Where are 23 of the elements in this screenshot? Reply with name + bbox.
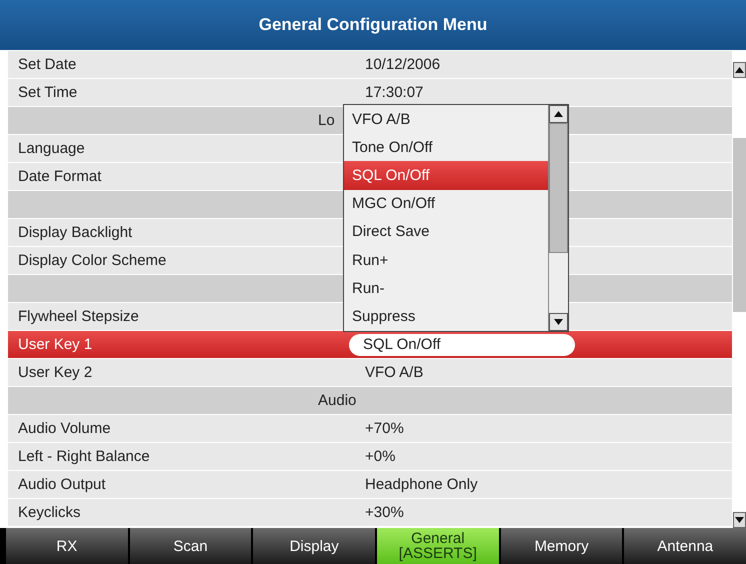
setting-value: Headphone Only [364, 476, 478, 493]
setting-value: +70% [364, 420, 404, 437]
setting-value: VFO A/B [364, 364, 424, 381]
window-title: General Configuration Menu [0, 0, 746, 50]
setting-value: 10/12/2006 [364, 56, 440, 73]
setting-value: +0% [364, 448, 396, 465]
setting-label: Left - Right Balance [17, 448, 151, 465]
setting-value: +30% [364, 504, 404, 521]
setting-label: Set Date [17, 56, 78, 73]
setting-label: Flywheel Stepsize [17, 308, 140, 325]
section-title: Lo [318, 112, 335, 129]
setting-label: Set Time [17, 84, 78, 101]
setting-label: Audio Volume [17, 420, 112, 437]
setting-label: Display Color Scheme [17, 252, 168, 269]
setting-label: User Key 1 [17, 336, 94, 353]
setting-label: Keyclicks [17, 504, 82, 521]
setting-label: Display Backlight [17, 224, 134, 241]
section-title: Audio [318, 392, 356, 409]
setting-label: User Key 2 [17, 364, 94, 381]
setting-label: Language [17, 140, 86, 157]
setting-label: Audio Output [17, 476, 107, 493]
setting-label: Date Format [17, 168, 102, 185]
setting-value: 17:30:07 [364, 84, 424, 101]
